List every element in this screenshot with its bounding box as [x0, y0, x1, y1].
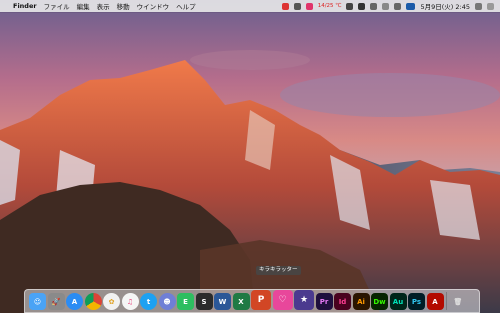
app-store-icon[interactable]: A — [66, 293, 83, 310]
input-source-icon[interactable] — [406, 2, 416, 10]
powerpoint-icon[interactable]: P — [251, 290, 271, 310]
time-machine-icon[interactable] — [358, 2, 366, 10]
dreamweaver-icon[interactable]: Dw — [371, 293, 388, 310]
photos-icon[interactable]: ✿ — [103, 293, 120, 310]
search-icon[interactable] — [475, 2, 482, 10]
mountain-wallpaper — [0, 0, 500, 313]
notification-icon[interactable] — [281, 2, 289, 10]
kirakiratter-icon[interactable]: ♡ — [272, 290, 293, 310]
menu-window[interactable]: ウインドウ — [137, 1, 170, 11]
excel-icon[interactable]: X — [232, 293, 250, 310]
word-icon[interactable]: W — [214, 293, 231, 310]
status-icon[interactable] — [293, 2, 301, 10]
evernote-icon[interactable]: E — [177, 293, 194, 310]
trash-icon[interactable]: 🗑 — [450, 293, 467, 310]
acrobat-icon[interactable]: A — [426, 293, 444, 310]
indesign-icon[interactable]: Id — [334, 293, 351, 310]
menu-edit[interactable]: 編集 — [77, 1, 90, 11]
imovie-icon[interactable]: ★ — [294, 290, 314, 310]
premiere-icon[interactable]: Pr — [315, 293, 333, 310]
itunes-icon[interactable]: ♫ — [121, 293, 139, 310]
photoshop-icon[interactable]: Ps — [408, 293, 425, 310]
volume-icon[interactable] — [382, 2, 390, 10]
menu-bar: Finder ファイル 編集 表示 移動 ウインドウ ヘルプ 14/25 ℃ 5… — [0, 0, 500, 12]
discord-icon[interactable]: ☻ — [158, 293, 176, 310]
illustrator-icon[interactable]: Ai — [352, 293, 370, 310]
notification-center-icon[interactable] — [487, 2, 494, 10]
cloud-icon[interactable] — [346, 2, 354, 10]
twitter-icon[interactable]: t — [140, 293, 157, 310]
chrome-icon[interactable] — [84, 293, 102, 310]
audition-icon[interactable]: Au — [389, 293, 407, 310]
battery-monitor-icon[interactable] — [305, 2, 313, 10]
menu-view[interactable]: 表示 — [97, 1, 110, 11]
sublime-icon[interactable]: S — [195, 293, 213, 310]
dock: ☺ 🚀 A ✿ ♫ t ☻ E S W X P ♡ ★ Pr Id Ai Dw Au Ps A 🗑 — [24, 289, 480, 313]
launchpad-icon[interactable]: 🚀 — [47, 293, 65, 310]
menu-go[interactable]: 移動 — [117, 1, 130, 11]
desktop-wallpaper — [0, 0, 500, 313]
dock-separator — [446, 292, 447, 310]
finder-icon[interactable]: ☺ — [29, 293, 46, 310]
temperature-status[interactable]: 14/25 ℃ — [318, 3, 342, 9]
menu-file[interactable]: ファイル — [44, 1, 70, 11]
wifi-icon[interactable] — [370, 2, 378, 10]
dock-tooltip: キラキラッター — [256, 266, 301, 275]
app-menu-finder[interactable]: Finder — [13, 2, 37, 10]
date-time[interactable]: 5月9日(火) 2:45 — [420, 1, 470, 11]
bluetooth-icon[interactable] — [394, 2, 402, 10]
menu-help[interactable]: ヘルプ — [176, 1, 196, 11]
